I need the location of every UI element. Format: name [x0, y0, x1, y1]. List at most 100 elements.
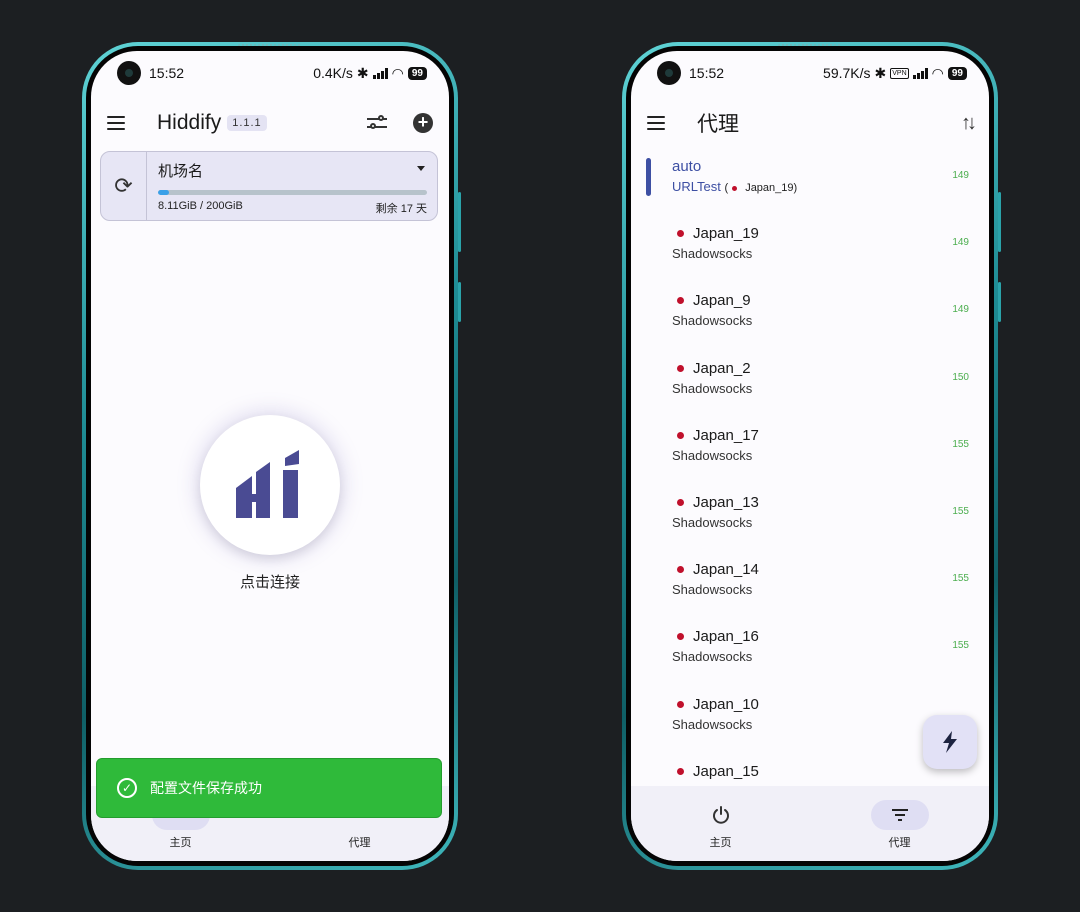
refresh-profile-button[interactable]: ⟳ — [101, 152, 147, 220]
nav-proxy-label: 代理 — [888, 837, 911, 849]
signal-icon — [912, 67, 928, 79]
proxy-type: Shadowsocks — [672, 514, 753, 530]
refresh-icon: ⟳ — [114, 173, 133, 198]
latency-value: 150 — [952, 371, 969, 383]
proxy-type: Shadowsocks — [672, 649, 753, 665]
toast-message: 配置文件保存成功 — [150, 780, 262, 796]
proxy-name: Japan_9 — [693, 292, 751, 310]
proxies-screen: 15:52 59.7K/s ✱ VPN ◠ 99 代理 ↑↓ auto URLT… — [631, 51, 989, 861]
home-screen: 15:52 0.4K/s ✱ ◠ 99 Hiddify 1.1.1 + ⟳ 机场… — [91, 51, 449, 861]
app-bar: Hiddify 1.1.1 + — [91, 101, 449, 145]
profile-name: 机场名 — [158, 163, 204, 180]
app-title: Hiddify — [157, 111, 222, 134]
proxy-item[interactable]: Japan_14 Shadowsocks 155 — [631, 555, 989, 622]
latency-value: 155 — [952, 640, 969, 652]
latency-value: 149 — [952, 237, 969, 249]
proxy-name: Japan_13 — [693, 493, 759, 511]
latency-value: 149 — [952, 170, 969, 181]
latency-value: 155 — [952, 505, 969, 517]
camera-cutout — [657, 61, 681, 85]
bluetooth-icon: ✱ — [874, 64, 887, 81]
add-profile-icon[interactable]: + — [413, 113, 433, 133]
bluetooth-icon: ✱ — [356, 64, 369, 81]
proxy-item-auto[interactable]: auto URLTest (Japan_19) 149 — [631, 152, 989, 219]
menu-icon[interactable] — [107, 116, 125, 130]
proxy-name-row: Japan_17 — [672, 421, 989, 444]
camera-cutout — [117, 61, 141, 85]
status-bar: 15:52 0.4K/s ✱ ◠ 99 — [91, 51, 449, 95]
selected-proxy: Japan_19 — [745, 182, 794, 194]
proxy-type: Shadowsocks — [672, 582, 753, 598]
dropdown-caret-icon[interactable] — [417, 166, 425, 171]
proxy-name-row: Japan_9 — [672, 286, 989, 309]
proxy-name: Japan_14 — [693, 561, 759, 579]
connect-button[interactable] — [200, 415, 340, 555]
nav-home-label: 主页 — [169, 837, 192, 849]
menu-icon[interactable] — [647, 116, 665, 130]
japan-flag-icon — [677, 498, 684, 506]
hiddify-logo-icon — [236, 450, 299, 518]
nav-home-label: 主页 — [709, 837, 732, 849]
proxy-type: Shadowsocks — [672, 246, 753, 262]
usage-progress-bar — [158, 190, 427, 195]
check-circle-icon: ✓ — [117, 778, 137, 798]
battery-indicator: 99 — [407, 66, 427, 80]
profile-card[interactable]: ⟳ 机场名 8.11GiB / 200GiB 剩余 17 天 — [100, 151, 438, 221]
proxy-name: auto — [672, 158, 702, 175]
proxy-item[interactable]: Japan_9 Shadowsocks 149 — [631, 286, 989, 353]
proxy-item[interactable]: Japan_17 Shadowsocks 155 — [631, 421, 989, 488]
proxy-name: Japan_19 — [693, 225, 759, 243]
proxy-type: Shadowsocks — [672, 380, 753, 396]
latency-value: 149 — [952, 304, 969, 316]
japan-flag-icon — [677, 566, 684, 574]
volume-button — [458, 192, 461, 252]
proxy-name: Japan_17 — [693, 426, 759, 444]
status-time: 15:52 — [149, 65, 185, 81]
proxy-item[interactable]: Japan_19 Shadowsocks 149 — [631, 219, 989, 286]
version-badge: 1.1.1 — [227, 115, 267, 131]
settings-sliders-icon[interactable] — [367, 115, 387, 131]
page-title: 代理 — [697, 113, 739, 136]
japan-flag-icon — [677, 633, 684, 641]
japan-flag-icon — [677, 700, 684, 708]
proxy-type: Shadowsocks — [672, 313, 753, 329]
japan-flag-icon — [677, 230, 684, 238]
proxy-name-row: Japan_19 — [672, 219, 989, 242]
power-button — [458, 282, 461, 322]
phone-proxies: 15:52 59.7K/s ✱ VPN ◠ 99 代理 ↑↓ auto URLT… — [622, 42, 1001, 870]
proxy-item[interactable]: Japan_16 Shadowsocks 155 — [631, 622, 989, 689]
proxy-item[interactable]: Japan_13 Shadowsocks 155 — [631, 488, 989, 555]
proxy-item[interactable]: Japan_2 Shadowsocks 150 — [631, 354, 989, 421]
success-toast: ✓ 配置文件保存成功 — [96, 758, 442, 818]
sort-icon[interactable]: ↑↓ — [961, 112, 977, 135]
nav-home[interactable]: 主页 — [631, 786, 810, 861]
vpn-badge: VPN — [890, 67, 909, 79]
proxy-name: Japan_16 — [693, 628, 759, 646]
phone-home: 15:52 0.4K/s ✱ ◠ 99 Hiddify 1.1.1 + ⟳ 机场… — [82, 42, 461, 870]
status-time: 15:52 — [689, 65, 725, 81]
proxy-name-row: Japan_10 — [672, 690, 989, 713]
signal-icon — [372, 67, 388, 79]
nav-proxy[interactable]: 代理 — [810, 786, 989, 861]
japan-flag-icon — [677, 297, 684, 305]
usage-progress-fill — [158, 190, 169, 195]
network-speed: 0.4K/s — [313, 65, 353, 81]
wifi-icon: ◠ — [931, 64, 944, 81]
volume-button — [998, 192, 1001, 252]
proxy-type: URLTest (Japan_19) — [672, 179, 798, 194]
power-icon — [692, 800, 750, 830]
proxy-name-row: Japan_14 — [672, 555, 989, 578]
proxy-type: Shadowsocks — [672, 447, 753, 463]
power-button — [998, 282, 1001, 322]
connect-label: 点击连接 — [239, 574, 300, 591]
proxy-name: Japan_15 — [693, 762, 759, 780]
network-speed: 59.7K/s — [823, 65, 871, 81]
nav-proxy-label: 代理 — [348, 837, 371, 849]
japan-flag-icon — [677, 431, 684, 439]
latency-value: 155 — [952, 438, 969, 450]
remaining-days: 剩余 17 天 — [375, 203, 427, 215]
lightning-icon — [943, 731, 957, 753]
status-bar: 15:52 59.7K/s ✱ VPN ◠ 99 — [631, 51, 989, 95]
japan-flag-icon — [677, 767, 684, 775]
latency-test-button[interactable] — [923, 715, 977, 769]
